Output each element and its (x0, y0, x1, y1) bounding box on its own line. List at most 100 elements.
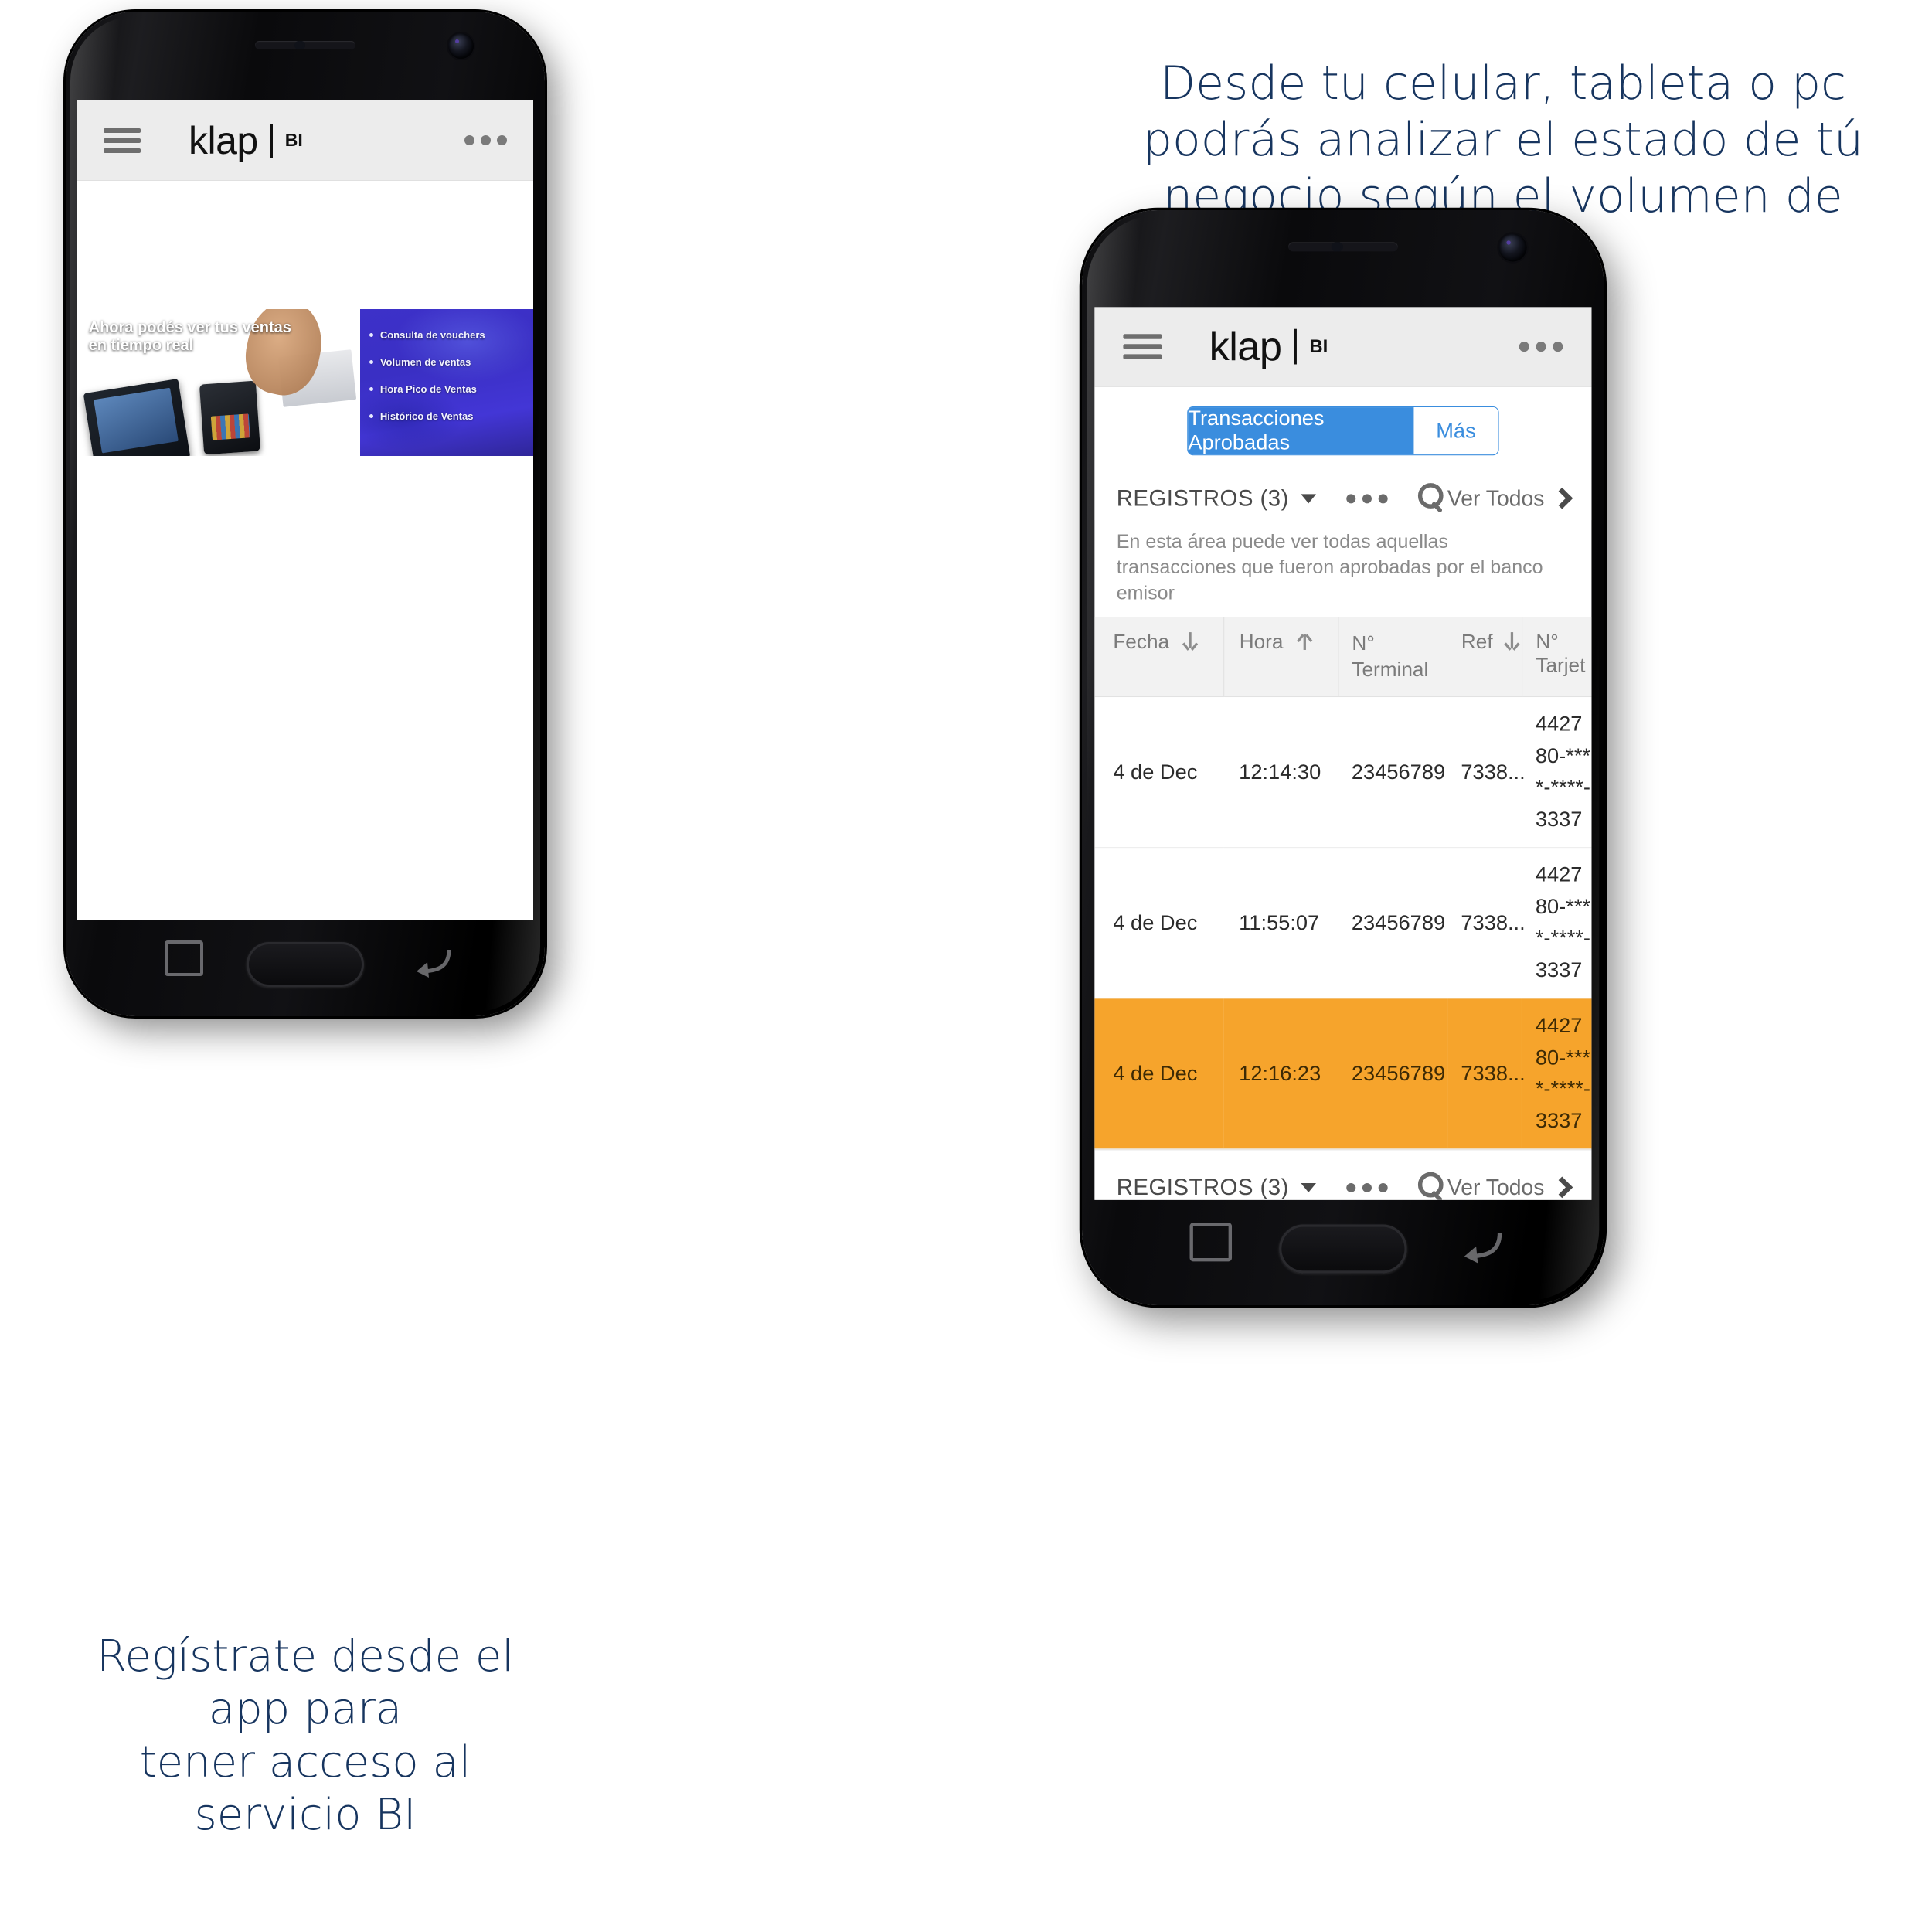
cell-tarjeta: 442780-****-****-3337 (1522, 848, 1592, 999)
banner-pos-terminal-decor (199, 380, 261, 455)
back-arrow-icon[interactable] (1458, 1226, 1505, 1265)
banner-headline-line2: en tiempo real (88, 337, 194, 355)
promo-banner[interactable]: Ahora podés ver tus ventas en tiempo rea… (77, 309, 533, 456)
section-title: REGISTROS (3) (1116, 485, 1289, 511)
view-all-link[interactable]: Ver Todos (1447, 485, 1573, 512)
headline-line-1: Desde tu celular, tableta o pc (1159, 56, 1847, 111)
recents-square-icon[interactable] (165, 940, 203, 976)
logo-divider (1294, 328, 1298, 365)
caption-line-1: Regístrate desde el app para (97, 1631, 514, 1735)
banner-feature-panel: Consulta de vouchers Volumen de ventas H… (359, 309, 533, 456)
cell-hora: 11:55:07 (1223, 848, 1338, 999)
view-all-link[interactable]: Ver Todos (1447, 1175, 1573, 1200)
sort-desc-icon (1504, 631, 1521, 654)
left-phone-device: klap BI Ahora podés ver tus ventas en ti… (66, 12, 545, 1016)
bullet-label: Histórico de Ventas (379, 410, 474, 422)
bullet-label: Hora Pico de Ventas (379, 383, 477, 395)
banner-laptop-decor (83, 378, 191, 456)
cell-fecha: 4 de Dec (1094, 696, 1224, 849)
klap-bi-logo: klap BI (1209, 324, 1328, 370)
cell-hora: 12:16:23 (1223, 998, 1338, 1150)
search-icon[interactable] (1417, 483, 1447, 513)
table-header-row: Fecha Hora N° Terminal Ref N° Tarjet (1094, 617, 1592, 698)
cell-fecha: 4 de Dec (1094, 998, 1224, 1150)
cell-fecha: 4 de Dec (1094, 848, 1224, 999)
logo-wordmark: klap (189, 118, 258, 162)
front-camera-icon (1498, 233, 1527, 262)
section-title: REGISTROS (3) (1116, 1174, 1289, 1200)
right-phone-device: klap BI Transacciones Aprobadas Más REGI… (1082, 210, 1604, 1305)
banner-headline: Ahora podés ver tus ventas en tiempo rea… (89, 319, 291, 355)
transactions-table: Fecha Hora N° Terminal Ref N° Tarjet 4 d… (1094, 617, 1592, 1150)
chevron-down-icon[interactable] (1301, 493, 1316, 503)
chevron-down-icon[interactable] (1301, 1182, 1316, 1192)
sort-desc-icon (1182, 631, 1199, 654)
cell-ref: 7338... (1447, 848, 1526, 999)
list-item: Volumen de ventas (369, 356, 533, 368)
table-row[interactable]: 4 de Dec 12:14:30 23456789 7338... 44278… (1094, 696, 1592, 849)
chevron-right-icon (1551, 487, 1573, 509)
cell-terminal: 23456789 (1338, 998, 1447, 1150)
logo-divider (270, 123, 273, 158)
cell-hora: 12:14:30 (1223, 696, 1338, 849)
column-header-ref[interactable]: Ref (1447, 617, 1522, 698)
table-row[interactable]: 4 de Dec 11:55:07 23456789 7338... 44278… (1094, 848, 1592, 999)
tab-mas[interactable]: Más (1413, 407, 1498, 455)
hamburger-icon[interactable] (104, 128, 141, 153)
home-button[interactable] (247, 942, 364, 987)
right-phone-screen: klap BI Transacciones Aprobadas Más REGI… (1094, 307, 1592, 1200)
column-label: Hora (1239, 630, 1284, 654)
left-phone-caption: Regístrate desde el app para tener acces… (66, 1631, 545, 1842)
headline-line-2: podrás analizar el estado de tú (1142, 113, 1864, 168)
search-ring (1417, 1172, 1444, 1198)
back-arrow-icon[interactable] (410, 944, 454, 979)
bullet-dot-icon (369, 387, 373, 391)
cell-terminal: 23456789 (1338, 848, 1447, 999)
list-item: Consulta de vouchers (369, 329, 533, 341)
bullet-dot-icon (369, 414, 373, 418)
earpiece-speaker (1288, 242, 1398, 252)
earpiece-speaker (255, 41, 355, 49)
section-header-registros-2: REGISTROS (3) Ver Todos (1094, 1149, 1592, 1200)
column-header-terminal[interactable]: N° Terminal (1338, 617, 1448, 698)
cell-tarjeta: 442780-****-****-3337 (1522, 696, 1592, 849)
section-description: En esta área puede ver todas aquellas tr… (1116, 530, 1543, 604)
section-header-registros-1: REGISTROS (3) Ver Todos (1094, 471, 1592, 521)
column-label: Ref (1461, 630, 1493, 654)
ir-sensor-icon (1331, 242, 1341, 252)
column-header-tarjeta[interactable]: N° Tarjet (1522, 617, 1592, 698)
banner-photo: Ahora podés ver tus ventas en tiempo rea… (77, 309, 360, 456)
home-button[interactable] (1279, 1224, 1407, 1274)
list-item: Histórico de Ventas (369, 410, 533, 422)
bullet-label: Consulta de vouchers (379, 329, 485, 341)
bullet-dot-icon (369, 360, 373, 364)
chevron-right-icon (1551, 1177, 1573, 1199)
column-label: Fecha (1113, 630, 1170, 654)
tab-transacciones-aprobadas[interactable]: Transacciones Aprobadas (1188, 407, 1414, 455)
more-horizontal-icon[interactable] (458, 135, 507, 145)
segmented-control: Transacciones Aprobadas Más (1188, 407, 1498, 455)
more-horizontal-icon[interactable] (1345, 493, 1388, 503)
left-phone-screen: klap BI Ahora podés ver tus ventas en ti… (77, 100, 533, 920)
cell-ref: 7338... (1447, 998, 1526, 1150)
column-header-hora[interactable]: Hora (1223, 617, 1338, 698)
logo-bi-label: BI (1309, 335, 1328, 357)
column-header-fecha[interactable]: Fecha (1094, 617, 1225, 698)
banner-feature-list: Consulta de vouchers Volumen de ventas H… (360, 309, 533, 422)
klap-bi-logo: klap BI (189, 118, 303, 163)
logo-bi-label: BI (284, 130, 303, 150)
logo-wordmark: klap (1209, 324, 1282, 369)
bullet-label: Volumen de ventas (379, 356, 471, 368)
more-horizontal-icon[interactable] (1512, 342, 1563, 352)
view-all-label: Ver Todos (1447, 485, 1545, 511)
recents-square-icon[interactable] (1189, 1223, 1233, 1262)
list-item: Hora Pico de Ventas (369, 383, 533, 395)
more-horizontal-icon[interactable] (1345, 1182, 1388, 1192)
sort-asc-icon (1296, 632, 1313, 654)
right-app-bar: klap BI (1094, 307, 1592, 387)
caption-line-2: tener acceso al servicio BI (139, 1736, 471, 1840)
hamburger-icon[interactable] (1123, 334, 1162, 359)
ir-sensor-icon (294, 41, 303, 49)
table-row-selected[interactable]: 4 de Dec 12:16:23 23456789 7338... 44278… (1094, 998, 1592, 1150)
search-icon[interactable] (1417, 1172, 1447, 1200)
